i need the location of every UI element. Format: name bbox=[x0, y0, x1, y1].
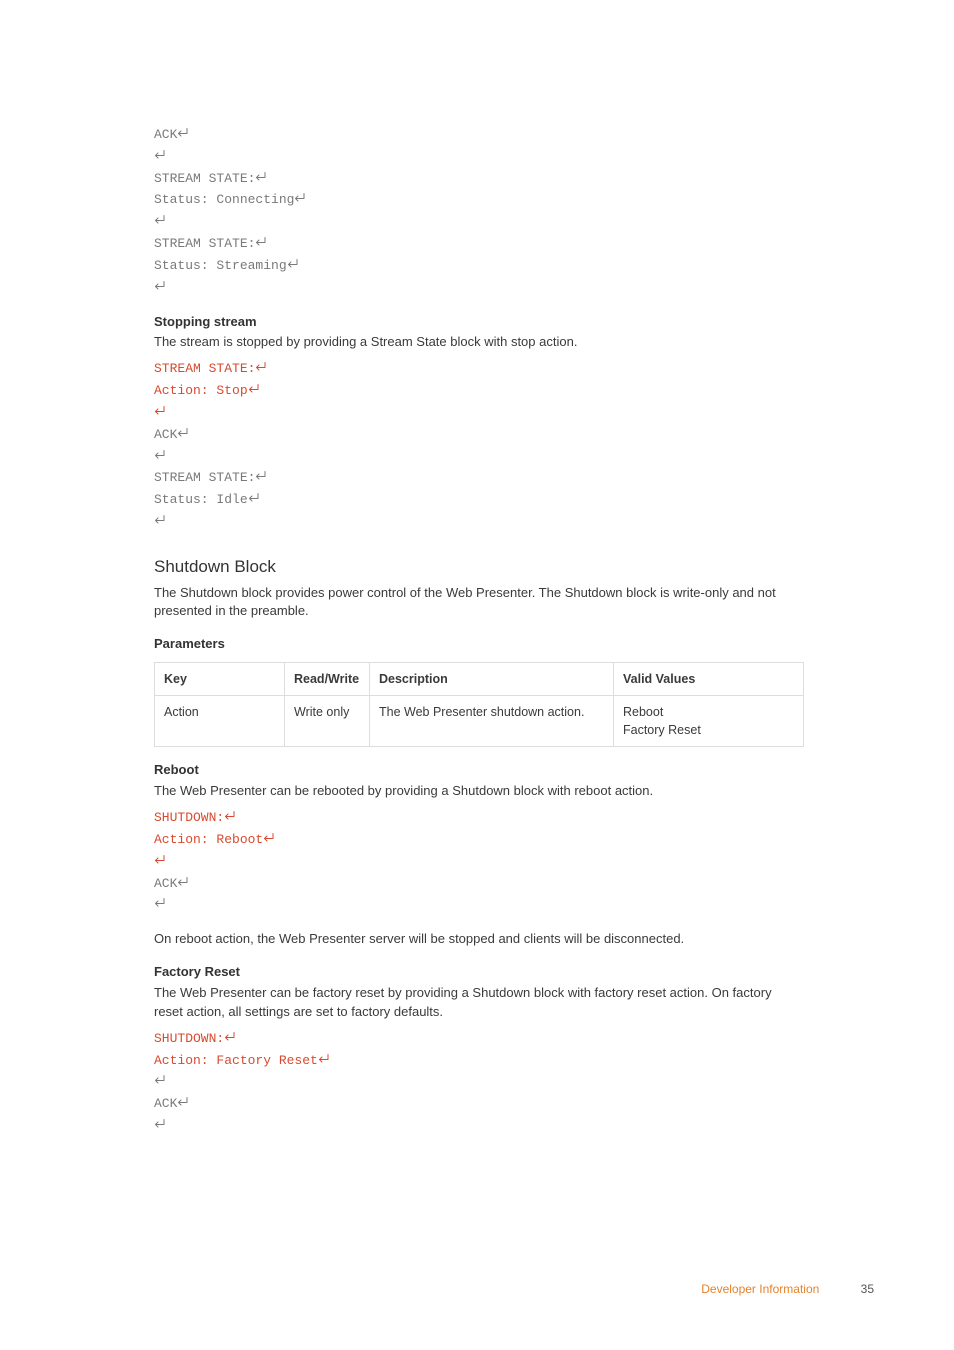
th-desc: Description bbox=[370, 663, 614, 696]
code-line: Status: Streaming bbox=[154, 255, 804, 277]
valid-value-2: Factory Reset bbox=[623, 723, 701, 737]
page-content: ACKSTREAM STATE:Status: ConnectingSTREAM… bbox=[0, 0, 954, 1137]
return-icon bbox=[225, 811, 237, 821]
return-icon bbox=[155, 515, 167, 525]
return-icon bbox=[295, 193, 307, 203]
code-line: Action: Reboot bbox=[154, 829, 804, 851]
code-line bbox=[154, 511, 804, 533]
return-icon bbox=[225, 1032, 237, 1042]
return-icon bbox=[249, 493, 261, 503]
code-block-2: STREAM STATE:Action: StopACKSTREAM STATE… bbox=[154, 358, 804, 533]
heading-stopping-stream: Stopping stream bbox=[154, 313, 804, 332]
return-icon bbox=[178, 128, 190, 138]
code-line: Status: Connecting bbox=[154, 189, 804, 211]
code-line: STREAM STATE: bbox=[154, 233, 804, 255]
body-reboot-after: On reboot action, the Web Presenter serv… bbox=[154, 930, 804, 949]
code-line: STREAM STATE: bbox=[154, 358, 804, 380]
code-line bbox=[154, 146, 804, 168]
code-line: SHUTDOWN: bbox=[154, 1028, 804, 1050]
code-line bbox=[154, 851, 804, 873]
code-line: SHUTDOWN: bbox=[154, 807, 804, 829]
code-line bbox=[154, 1071, 804, 1093]
code-block-4: SHUTDOWN:Action: Factory Reset ACK bbox=[154, 1028, 804, 1137]
footer-section-label: Developer Information bbox=[701, 1282, 819, 1296]
code-line: STREAM STATE: bbox=[154, 467, 804, 489]
return-icon bbox=[155, 1075, 167, 1085]
return-icon bbox=[178, 428, 190, 438]
return-icon bbox=[256, 237, 268, 247]
th-valid: Valid Values bbox=[614, 663, 804, 696]
th-rw: Read/Write bbox=[285, 663, 370, 696]
body-stopping-stream: The stream is stopped by providing a Str… bbox=[154, 333, 804, 352]
code-line: Action: Factory Reset bbox=[154, 1050, 804, 1072]
body-reboot: The Web Presenter can be rebooted by pro… bbox=[154, 782, 804, 801]
code-block-1: ACKSTREAM STATE:Status: ConnectingSTREAM… bbox=[154, 124, 804, 299]
return-icon bbox=[155, 1119, 167, 1129]
code-line: ACK bbox=[154, 873, 804, 895]
body-factory-reset: The Web Presenter can be factory reset b… bbox=[154, 984, 804, 1022]
heading-factory-reset: Factory Reset bbox=[154, 963, 804, 982]
footer-page-number: 35 bbox=[861, 1282, 874, 1296]
th-key: Key bbox=[155, 663, 285, 696]
td-rw: Write only bbox=[285, 696, 370, 747]
code-line: Status: Idle bbox=[154, 489, 804, 511]
return-icon bbox=[264, 833, 276, 843]
return-icon bbox=[155, 898, 167, 908]
parameters-table: Key Read/Write Description Valid Values … bbox=[154, 662, 804, 747]
td-desc: The Web Presenter shutdown action. bbox=[370, 696, 614, 747]
code-line: ACK bbox=[154, 424, 804, 446]
return-icon bbox=[249, 384, 261, 394]
return-icon bbox=[155, 855, 167, 865]
return-icon bbox=[256, 471, 268, 481]
valid-value-1: Reboot bbox=[623, 705, 663, 719]
code-line bbox=[154, 446, 804, 468]
code-line bbox=[154, 277, 804, 299]
code-block-3: SHUTDOWN:Action: Reboot ACK bbox=[154, 807, 804, 916]
code-line bbox=[154, 402, 804, 424]
body-shutdown-block: The Shutdown block provides power contro… bbox=[154, 584, 804, 622]
code-line bbox=[154, 894, 804, 916]
code-line bbox=[154, 211, 804, 233]
return-icon bbox=[155, 450, 167, 460]
page-footer: Developer Information 35 bbox=[701, 1281, 874, 1298]
td-valid: Reboot Factory Reset bbox=[614, 696, 804, 747]
return-icon bbox=[178, 1097, 190, 1107]
return-icon bbox=[288, 259, 300, 269]
td-key: Action bbox=[155, 696, 285, 747]
return-icon bbox=[178, 877, 190, 887]
code-line: ACK bbox=[154, 124, 804, 146]
table-header-row: Key Read/Write Description Valid Values bbox=[155, 663, 804, 696]
heading-reboot: Reboot bbox=[154, 761, 804, 780]
return-icon bbox=[155, 215, 167, 225]
heading-shutdown-block: Shutdown Block bbox=[154, 555, 804, 580]
return-icon bbox=[319, 1054, 331, 1064]
heading-parameters: Parameters bbox=[154, 635, 804, 654]
table-row: Action Write only The Web Presenter shut… bbox=[155, 696, 804, 747]
return-icon bbox=[256, 172, 268, 182]
code-line: Action: Stop bbox=[154, 380, 804, 402]
code-line bbox=[154, 1115, 804, 1137]
return-icon bbox=[155, 406, 167, 416]
return-icon bbox=[155, 281, 167, 291]
code-line: ACK bbox=[154, 1093, 804, 1115]
code-line: STREAM STATE: bbox=[154, 168, 804, 190]
return-icon bbox=[155, 150, 167, 160]
return-icon bbox=[256, 362, 268, 372]
